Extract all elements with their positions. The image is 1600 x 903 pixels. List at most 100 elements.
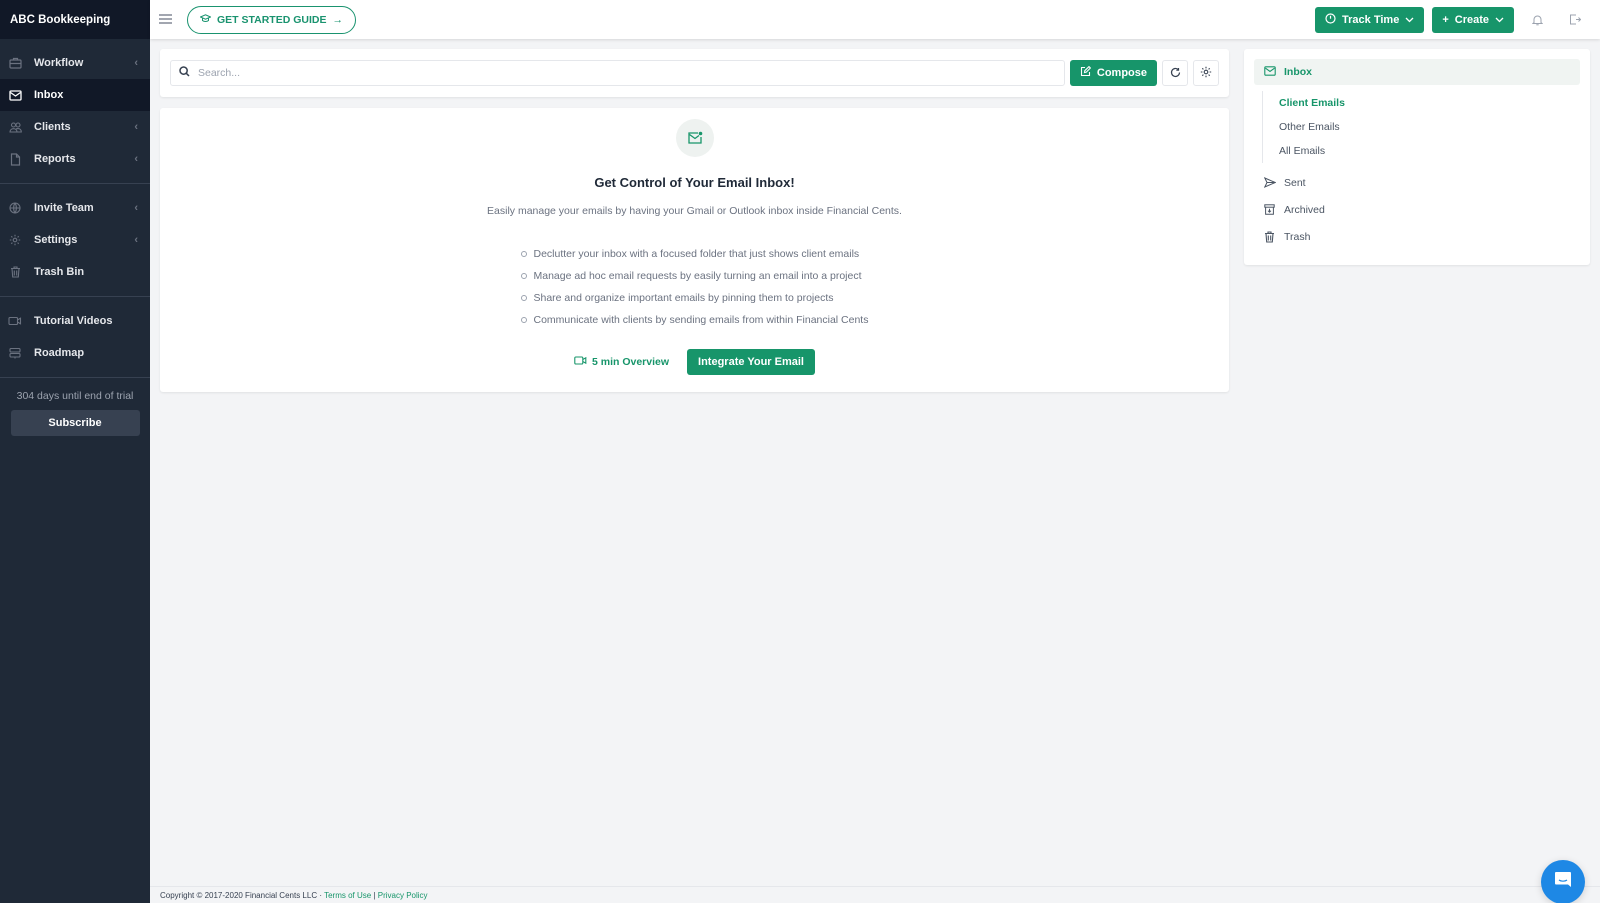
terms-of-use-link[interactable]: Terms of Use [324, 891, 371, 900]
cta-row: 5 min Overview Integrate Your Email [160, 349, 1229, 375]
video-icon [8, 314, 22, 328]
sidebar-item-workflow[interactable]: Workflow ‹ [0, 47, 150, 79]
folder-trash-label: Trash [1284, 230, 1311, 243]
trash-icon [8, 265, 22, 279]
folder-archived[interactable]: Archived [1254, 196, 1580, 223]
refresh-button[interactable] [1162, 60, 1188, 86]
briefcase-icon [8, 56, 22, 70]
folder-sent[interactable]: Sent [1254, 169, 1580, 196]
sidebar-item-label: Settings [34, 234, 78, 246]
overview-video-link[interactable]: 5 min Overview [574, 356, 669, 368]
settings-button[interactable] [1193, 60, 1219, 86]
compose-icon [1080, 65, 1092, 80]
folder-trash[interactable]: Trash [1254, 223, 1580, 250]
signpost-icon [8, 346, 22, 360]
chevron-left-icon: ‹ [134, 234, 138, 246]
track-time-button[interactable]: Track Time [1315, 6, 1425, 33]
sidebar-item-invite-team[interactable]: Invite Team ‹ [0, 192, 150, 224]
sidebar-item-roadmap[interactable]: Roadmap [0, 337, 150, 369]
plus-icon: + [1442, 13, 1449, 26]
sidebar-item-label: Roadmap [34, 347, 85, 359]
overview-label: 5 min Overview [591, 356, 670, 368]
inbox-toolbar: Compose [160, 49, 1229, 97]
refresh-icon [1170, 66, 1181, 81]
sidebar-item-trash-bin[interactable]: Trash Bin [0, 256, 150, 288]
footer-separator: | [373, 891, 376, 900]
sidebar-item-tutorial-videos[interactable]: Tutorial Videos [0, 305, 150, 337]
brand-name: ABC Bookkeeping [0, 0, 150, 39]
empty-state-subtitle: Easily manage your emails by having your… [487, 205, 902, 217]
arrow-right-icon: → [332, 13, 343, 26]
chat-support-button[interactable] [1541, 860, 1585, 903]
track-time-label: Track Time [1342, 13, 1400, 26]
search-input[interactable] [198, 67, 1064, 79]
mail-icon [8, 88, 22, 102]
chevron-left-icon: ‹ [134, 202, 138, 214]
mail-folders-panel: Inbox Client Emails Other Emails All Ema… [1244, 49, 1590, 265]
send-icon [1264, 177, 1276, 188]
inbox-subfolders: Client Emails Other Emails All Emails [1262, 91, 1580, 163]
chevron-down-icon [1405, 14, 1414, 26]
sidebar-item-inbox[interactable]: Inbox [0, 79, 150, 111]
email-empty-state: Get Control of Your Email Inbox! Easily … [160, 108, 1229, 392]
topbar-actions: Track Time + Create [1315, 0, 1600, 39]
folder-inbox-label: Inbox [1284, 66, 1312, 78]
sidebar-item-label: Invite Team [34, 202, 94, 214]
feature-item: Declutter your inbox with a focused fold… [521, 243, 869, 265]
archive-icon [1264, 204, 1276, 215]
folder-archived-label: Archived [1284, 203, 1325, 216]
chevron-left-icon: ‹ [134, 153, 138, 165]
graduation-cap-icon [199, 13, 212, 26]
sidebar-item-label: Reports [34, 153, 76, 165]
gear-icon [1200, 66, 1212, 81]
bell-icon[interactable] [1522, 14, 1552, 26]
sidebar-divider [0, 183, 150, 184]
search-icon [179, 64, 190, 82]
sidebar-item-reports[interactable]: Reports ‹ [0, 143, 150, 175]
search-field[interactable] [170, 60, 1065, 86]
chat-icon [1553, 870, 1573, 895]
subscribe-button[interactable]: Subscribe [10, 410, 140, 436]
subfolder-all-emails[interactable]: All Emails [1279, 139, 1580, 163]
sidebar-divider [0, 377, 150, 378]
gear-icon [8, 233, 22, 247]
mail-icon [1264, 65, 1276, 79]
sidebar-item-label: Inbox [34, 89, 64, 101]
sidebar-item-clients[interactable]: Clients ‹ [0, 111, 150, 143]
hamburger-menu-icon[interactable] [159, 11, 173, 29]
sidebar-item-label: Trash Bin [34, 266, 85, 278]
create-label: Create [1454, 13, 1489, 26]
create-button[interactable]: + Create [1432, 6, 1514, 33]
sidebar-nav: Workflow ‹ Inbox Clients ‹ Reports ‹ Inv… [0, 39, 150, 378]
footer: Copyright © 2017-2020 Financial Cents LL… [150, 886, 1600, 903]
sidebar-item-label: Workflow [34, 57, 84, 69]
get-started-guide-button[interactable]: GET STARTED GUIDE → [187, 5, 356, 34]
folder-sent-label: Sent [1284, 176, 1306, 189]
sidebar-item-settings[interactable]: Settings ‹ [0, 224, 150, 256]
trial-days-remaining: 304 days until end of trial [16, 390, 134, 402]
footer-separator: · [319, 891, 322, 900]
topbar: GET STARTED GUIDE → Track Time + Create [150, 0, 1600, 39]
globe-icon [8, 201, 22, 215]
folder-inbox[interactable]: Inbox [1254, 59, 1580, 85]
feature-item: Share and organize important emails by p… [521, 287, 869, 309]
feature-item: Manage ad hoc email requests by easily t… [521, 265, 869, 287]
get-started-guide-label: GET STARTED GUIDE [217, 13, 327, 26]
sidebar-divider [0, 296, 150, 297]
copyright-text: Copyright © 2017-2020 Financial Cents LL… [160, 891, 318, 900]
sidebar: ABC Bookkeeping Workflow ‹ Inbox Clients… [0, 0, 150, 903]
integrate-email-button[interactable]: Integrate Your Email [687, 349, 815, 375]
compose-button[interactable]: Compose [1069, 60, 1157, 86]
logout-icon[interactable] [1560, 14, 1590, 25]
chevron-left-icon: ‹ [134, 57, 138, 69]
file-icon [8, 152, 22, 166]
video-icon [574, 356, 587, 368]
compose-label: Compose [1096, 67, 1147, 79]
privacy-policy-link[interactable]: Privacy Policy [378, 891, 428, 900]
subfolder-client-emails[interactable]: Client Emails [1279, 91, 1580, 115]
users-icon [8, 120, 22, 134]
empty-state-title: Get Control of Your Email Inbox! [594, 175, 795, 190]
chevron-down-icon [1495, 14, 1504, 26]
mail-notification-icon [675, 119, 714, 157]
subfolder-other-emails[interactable]: Other Emails [1279, 115, 1580, 139]
